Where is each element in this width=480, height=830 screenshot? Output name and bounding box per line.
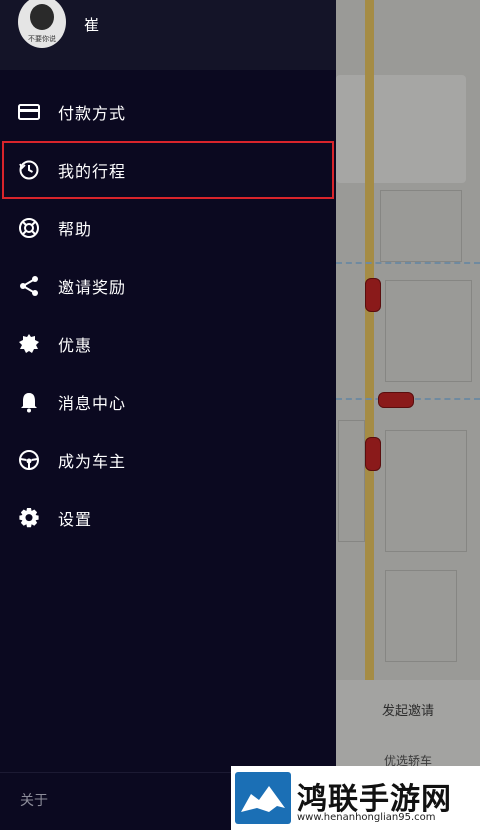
- map-route-line: [336, 262, 480, 264]
- bell-icon: [17, 390, 41, 414]
- car-marker-icon: [365, 278, 381, 312]
- menu-item-payment[interactable]: 付款方式: [0, 83, 336, 141]
- steering-wheel-icon: [17, 448, 41, 472]
- drawer-header[interactable]: 不要你说 崔: [0, 0, 336, 70]
- menu-item-become-driver[interactable]: 成为车主: [0, 431, 336, 489]
- about-link[interactable]: 关于: [20, 790, 48, 810]
- menu-item-help[interactable]: 帮助: [0, 199, 336, 257]
- map-road: [365, 0, 374, 760]
- menu-item-messages[interactable]: 消息中心: [0, 373, 336, 431]
- avatar-caption: 不要你说: [28, 35, 56, 43]
- watermark-logo: [235, 772, 291, 824]
- menu-item-label: 付款方式: [58, 104, 127, 123]
- share-icon: [17, 274, 41, 298]
- menu-item-label: 我的行程: [58, 162, 127, 181]
- map-block: [385, 570, 457, 662]
- menu-item-discount[interactable]: 优惠: [0, 315, 336, 373]
- map-info-card: [336, 75, 466, 183]
- map-block: [385, 430, 467, 552]
- lifebuoy-icon: [17, 216, 41, 240]
- map-block: [338, 420, 365, 542]
- drawer-menu: 付款方式 我的行程 帮助 邀请奖励 优惠 消息中心 成为车主 设置: [0, 83, 336, 547]
- menu-item-label: 设置: [58, 510, 93, 529]
- menu-item-label: 帮助: [58, 220, 93, 239]
- trip-history-icon: [17, 158, 41, 182]
- user-name: 崔: [84, 16, 100, 34]
- menu-item-label: 优惠: [58, 336, 93, 355]
- menu-item-my-trips[interactable]: 我的行程: [2, 141, 334, 199]
- invite-label[interactable]: 发起邀请: [336, 700, 480, 719]
- gear-icon: [17, 506, 41, 530]
- menu-item-invite[interactable]: 邀请奖励: [0, 257, 336, 315]
- menu-item-label: 邀请奖励: [58, 278, 127, 297]
- car-marker-icon: [365, 437, 381, 471]
- menu-item-label: 消息中心: [58, 394, 127, 413]
- car-marker-icon: [378, 392, 414, 408]
- side-drawer: 不要你说 崔 付款方式 我的行程 帮助 邀请奖励 优惠 消息中心 成为车主 设置…: [0, 0, 336, 830]
- map-block: [380, 190, 462, 262]
- avatar[interactable]: 不要你说: [18, 0, 66, 48]
- menu-item-label: 成为车主: [58, 452, 127, 471]
- watermark-url: www.henanhonglian95.com: [297, 812, 436, 823]
- watermark: 鸿联手游网 www.henanhonglian95.com: [231, 766, 480, 830]
- map-block: [385, 280, 472, 382]
- avatar-face: [30, 4, 54, 30]
- badge-icon: [17, 332, 41, 356]
- menu-item-settings[interactable]: 设置: [0, 489, 336, 547]
- credit-card-icon: [17, 100, 41, 124]
